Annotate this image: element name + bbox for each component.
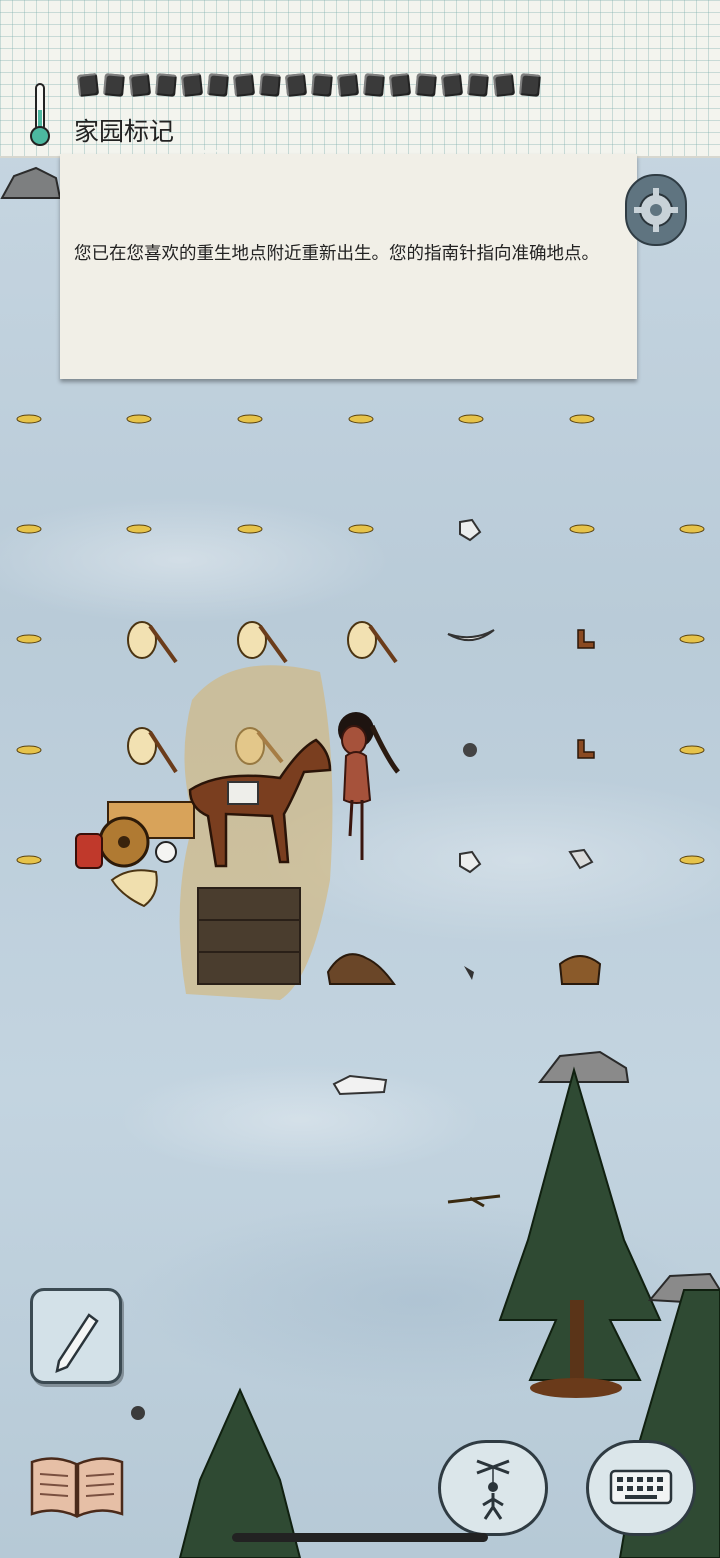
- book-icon: [30, 1457, 124, 1518]
- food-pip: [492, 73, 516, 97]
- fur-bundle[interactable]: [237, 621, 288, 664]
- home-indicator: [232, 1533, 488, 1542]
- food-pip: [336, 73, 360, 97]
- gear-icon: [634, 188, 678, 232]
- seed-item[interactable]: [348, 524, 374, 534]
- rock-boulder[interactable]: [0, 166, 62, 199]
- seed-item[interactable]: [126, 414, 152, 424]
- flint-chip[interactable]: [459, 850, 482, 874]
- dirt-mound[interactable]: [326, 953, 396, 985]
- food-pip: [103, 73, 125, 97]
- settings-button[interactable]: [625, 174, 687, 246]
- food-pip: [363, 73, 385, 97]
- boot-item[interactable]: [577, 739, 595, 759]
- food-pip: [311, 73, 333, 97]
- food-pip: [180, 73, 204, 97]
- seed-item[interactable]: [16, 855, 42, 865]
- pencil-icon: [55, 1313, 99, 1374]
- food-meter: [76, 73, 541, 102]
- seed-item[interactable]: [16, 745, 42, 755]
- round-stone[interactable]: [463, 743, 477, 757]
- pine-tree[interactable]: [498, 1050, 662, 1398]
- basket-item[interactable]: [558, 955, 602, 985]
- food-pip: [467, 73, 489, 97]
- food-pip: [232, 73, 256, 97]
- food-pip: [76, 73, 100, 97]
- keyboard-icon: [609, 1469, 673, 1505]
- write-button[interactable]: [30, 1288, 122, 1384]
- seed-item[interactable]: [16, 524, 42, 534]
- fur-bundle[interactable]: [127, 621, 178, 664]
- food-pip: [388, 73, 412, 97]
- horse-cart[interactable]: [75, 801, 195, 908]
- seed-item[interactable]: [237, 414, 263, 424]
- fur-bundle[interactable]: [127, 727, 178, 774]
- food-pip: [155, 73, 177, 97]
- round-stone[interactable]: [131, 1406, 145, 1420]
- food-pip: [128, 73, 152, 97]
- food-pip: [440, 73, 464, 97]
- status-header: 家园标记: [0, 0, 720, 158]
- backpack-item[interactable]: [75, 833, 103, 869]
- seed-item[interactable]: [679, 524, 705, 534]
- message-card: 您已在您喜欢的重生地点附近重新出生。您的指南针指向准确地点。: [60, 154, 637, 379]
- emote-button[interactable]: [438, 1440, 548, 1536]
- sharp-stone[interactable]: [464, 966, 474, 980]
- food-pip: [259, 73, 281, 97]
- seed-item[interactable]: [126, 524, 152, 534]
- branch-item[interactable]: [447, 1194, 501, 1208]
- seed-item[interactable]: [569, 524, 595, 534]
- skull-item[interactable]: [155, 841, 177, 863]
- flint-chip[interactable]: [568, 848, 594, 870]
- food-pip: [284, 73, 308, 97]
- seed-item[interactable]: [237, 524, 263, 534]
- fur-pile[interactable]: [110, 869, 158, 908]
- seed-item[interactable]: [16, 634, 42, 644]
- ice-chunk[interactable]: [332, 1074, 388, 1096]
- home-marker-title: 家园标记: [74, 117, 175, 146]
- seed-item[interactable]: [679, 634, 705, 644]
- seed-item[interactable]: [679, 745, 705, 755]
- seed-item[interactable]: [679, 855, 705, 865]
- seed-item[interactable]: [348, 414, 374, 424]
- message-text: 您已在您喜欢的重生地点附近重新出生。您的指南针指向准确地点。: [74, 244, 599, 264]
- food-pip: [415, 73, 437, 97]
- tech-book-button[interactable]: [28, 1452, 126, 1522]
- boot-item[interactable]: [577, 629, 595, 649]
- keyboard-button[interactable]: [586, 1440, 696, 1536]
- tilled-soil-plot[interactable]: [197, 887, 301, 985]
- seed-item[interactable]: [569, 414, 595, 424]
- food-pip: [207, 73, 229, 97]
- puppet-icon: [476, 1459, 510, 1520]
- bone-item[interactable]: [447, 629, 495, 641]
- food-pip: [519, 73, 541, 97]
- seed-item[interactable]: [458, 414, 484, 424]
- thermometer-icon: [26, 80, 54, 148]
- fur-bundle[interactable]: [347, 621, 398, 664]
- player-character[interactable]: [338, 712, 400, 860]
- saddle-blanket: [227, 781, 259, 805]
- seed-item[interactable]: [16, 414, 42, 424]
- flint-chip[interactable]: [459, 518, 482, 542]
